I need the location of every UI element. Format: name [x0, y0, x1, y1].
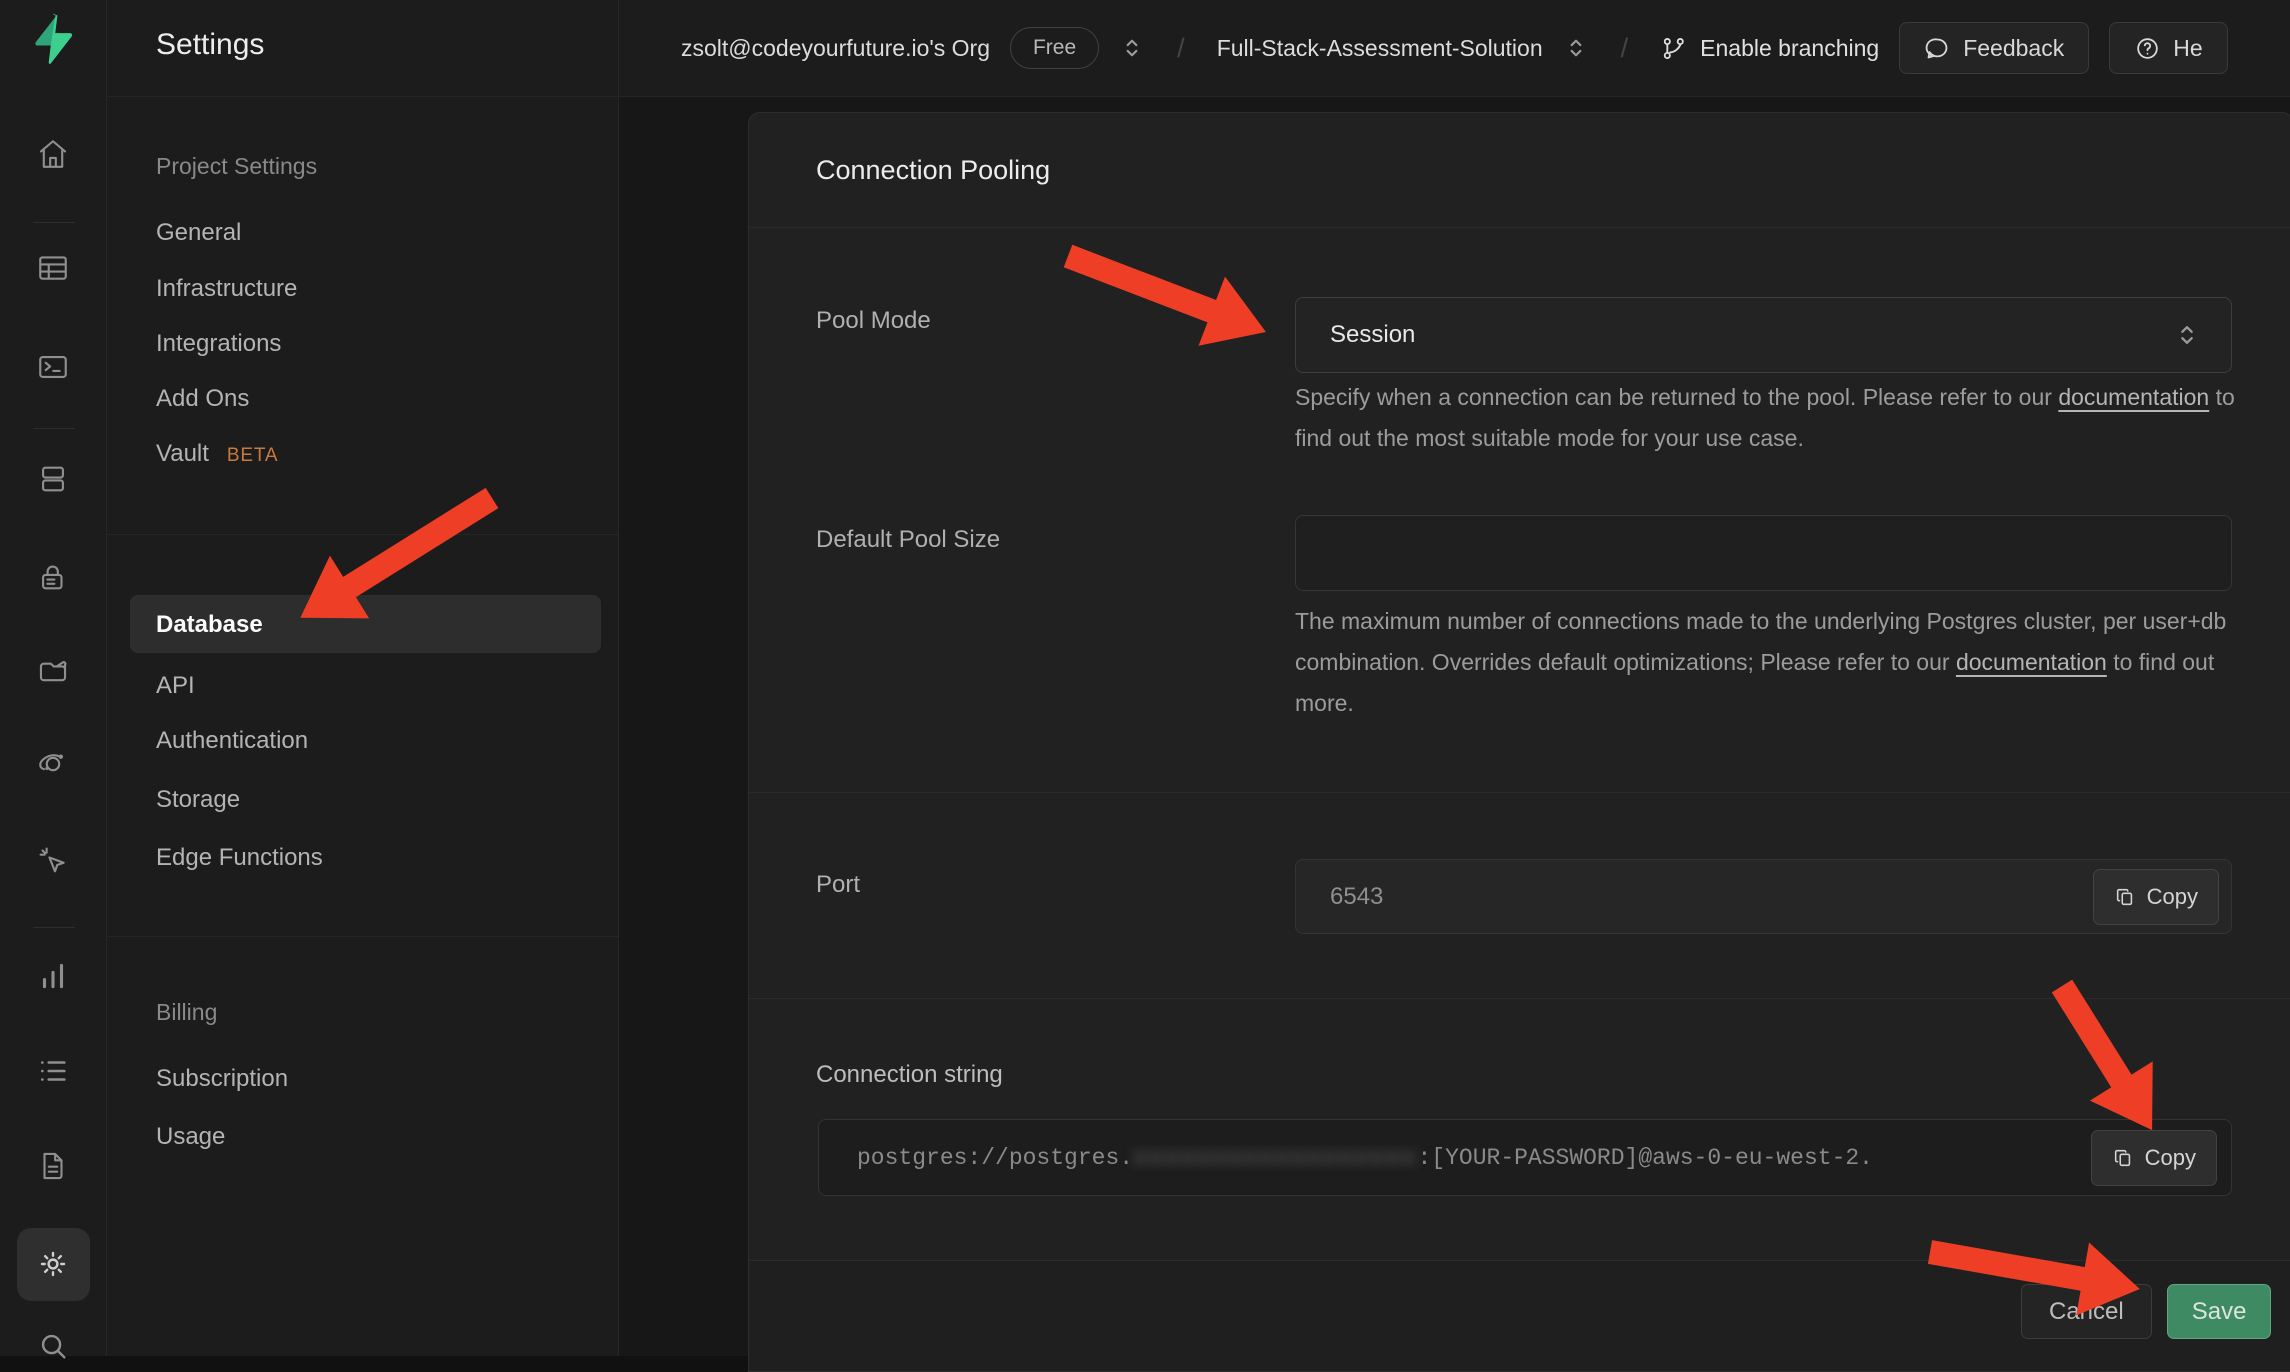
org-chevron-updown-icon[interactable]: [1119, 35, 1145, 61]
pool-mode-label: Pool Mode: [816, 307, 931, 335]
port-field: 6543 Copy: [1295, 859, 2232, 934]
storage-icon[interactable]: [30, 648, 76, 694]
nav-group-project-settings: Project Settings: [156, 153, 317, 180]
search-icon[interactable]: [30, 1323, 76, 1369]
copy-icon: [2114, 886, 2136, 908]
enable-branching-button[interactable]: Enable branching: [1660, 35, 1879, 62]
project-switcher[interactable]: Full-Stack-Assessment-Solution: [1217, 35, 1543, 62]
sidebar-item-api[interactable]: API: [156, 672, 195, 700]
divider: [107, 96, 618, 97]
sidebar-item-general[interactable]: General: [156, 219, 241, 247]
top-bar: zsolt@codeyourfuture.io's Org Free / Ful…: [619, 0, 2290, 97]
connection-string-copy-button[interactable]: Copy: [2091, 1130, 2217, 1186]
home-icon[interactable]: [30, 131, 76, 177]
advisors-icon[interactable]: [30, 838, 76, 884]
supabase-logo[interactable]: [26, 12, 80, 66]
connection-string-label: Connection string: [816, 1061, 1003, 1089]
divider: [107, 534, 618, 535]
port-copy-button[interactable]: Copy: [2093, 869, 2219, 925]
database-icon[interactable]: [30, 456, 76, 502]
plan-badge: Free: [1010, 27, 1099, 69]
app-icon-rail: [0, 0, 107, 1356]
sidebar-item-authentication[interactable]: Authentication: [156, 727, 308, 755]
beta-badge: BETA: [227, 445, 278, 466]
logs-icon[interactable]: [30, 1048, 76, 1094]
realtime-icon[interactable]: [30, 741, 76, 787]
help-button[interactable]: He: [2109, 22, 2227, 74]
redacted-project-ref: xxxxxxxxxxxxxxxxxx: [1133, 1145, 1417, 1171]
api-docs-icon[interactable]: [30, 1143, 76, 1189]
speech-bubble-icon: [1924, 35, 1951, 62]
rail-divider: [33, 428, 75, 429]
help-circle-icon: [2134, 35, 2161, 62]
project-chevron-updown-icon[interactable]: [1563, 35, 1589, 61]
copy-icon: [2112, 1147, 2134, 1169]
cancel-button[interactable]: Cancel: [2021, 1284, 2152, 1339]
port-label: Port: [816, 871, 860, 899]
divider: [749, 998, 2290, 999]
port-value: 6543: [1330, 883, 2093, 911]
pool-mode-value: Session: [1330, 321, 2173, 349]
connection-pooling-card: Connection Pooling Pool Mode Session Spe…: [748, 112, 2290, 1372]
divider: [749, 227, 2290, 228]
sql-editor-icon[interactable]: [30, 344, 76, 390]
sidebar-item-integrations[interactable]: Integrations: [156, 330, 281, 358]
pool-mode-select[interactable]: Session: [1295, 297, 2232, 373]
connection-string-value: postgres://postgres.xxxxxxxxxxxxxxxxxx:[…: [857, 1145, 2091, 1171]
pool-mode-description: Specify when a connection can be returne…: [1295, 377, 2240, 459]
sidebar-item-usage[interactable]: Usage: [156, 1123, 225, 1151]
documentation-link[interactable]: documentation: [1956, 649, 2107, 675]
sidebar-item-infrastructure[interactable]: Infrastructure: [156, 275, 297, 303]
sidebar-item-storage[interactable]: Storage: [156, 786, 240, 814]
feedback-button[interactable]: Feedback: [1899, 22, 2089, 74]
default-pool-size-input[interactable]: [1295, 515, 2232, 591]
settings-icon[interactable]: [30, 1241, 76, 1287]
page-title: Settings: [156, 28, 264, 62]
authentication-icon[interactable]: [30, 554, 76, 600]
settings-sidebar: Settings Project Settings General Infras…: [107, 0, 619, 1356]
chevron-updown-icon: [2173, 321, 2201, 349]
sidebar-item-add-ons[interactable]: Add Ons: [156, 385, 249, 413]
connection-string-field: postgres://postgres.xxxxxxxxxxxxxxxxxx:[…: [818, 1119, 2232, 1196]
rail-divider: [33, 927, 75, 928]
breadcrumb-separator: /: [1165, 33, 1197, 64]
footer-actions: Cancel Save: [2021, 1284, 2271, 1339]
org-switcher[interactable]: zsolt@codeyourfuture.io's Org: [681, 35, 990, 62]
save-button[interactable]: Save: [2167, 1284, 2272, 1339]
documentation-link[interactable]: documentation: [2058, 384, 2209, 410]
default-pool-size-label: Default Pool Size: [816, 526, 1000, 554]
breadcrumb-separator: /: [1609, 33, 1641, 64]
divider: [749, 792, 2290, 793]
table-editor-icon[interactable]: [30, 245, 76, 291]
sidebar-item-edge-functions[interactable]: Edge Functions: [156, 844, 323, 872]
default-pool-size-description: The maximum number of connections made t…: [1295, 601, 2240, 724]
git-branch-icon: [1660, 35, 1687, 62]
rail-divider: [33, 222, 75, 223]
sidebar-item-vault[interactable]: VaultBETA: [156, 440, 278, 468]
reports-icon[interactable]: [30, 953, 76, 999]
divider: [107, 936, 618, 937]
sidebar-item-subscription[interactable]: Subscription: [156, 1065, 288, 1093]
section-title: Connection Pooling: [816, 113, 1050, 227]
nav-group-billing: Billing: [156, 999, 217, 1026]
sidebar-item-database[interactable]: Database: [156, 611, 263, 639]
